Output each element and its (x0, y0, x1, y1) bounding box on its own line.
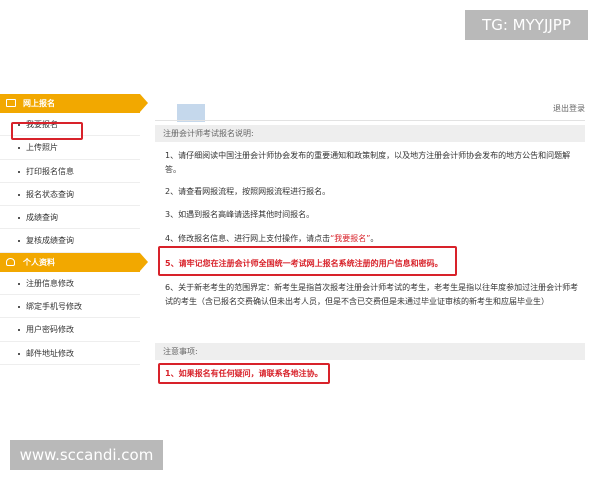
highlight-box-register (11, 122, 83, 140)
instruction-1: 1、请仔细阅读中国注册会计师协会发布的重要通知和政策制度，以及地方注册会计师协会… (165, 151, 571, 174)
section-header-online-registration: 网上报名 (0, 94, 148, 113)
sidebar-item-edit-phone[interactable]: 绑定手机号修改 (0, 295, 140, 319)
watermark-bottom: www.sccandi.com (10, 440, 163, 470)
instruction-4-end: 。 (370, 234, 379, 243)
intro-title-bar: 注册会计师考试报名说明: (155, 125, 585, 142)
instruction-6: 6、关于新老考生的范围界定：新考生是指首次报考注册会计师考试的考生，老考生是指以… (165, 283, 579, 306)
section-title: 个人资料 (23, 257, 55, 267)
sidebar-item-edit-email[interactable]: 邮件地址修改 (0, 341, 140, 365)
highlight-box-notice (158, 363, 330, 384)
section-title: 网上报名 (23, 99, 55, 108)
sidebar-item-edit-password[interactable]: 用户密码修改 (0, 318, 140, 342)
main-content: 退出登录 注册会计师考试报名说明: 1、请仔细阅读中国注册会计师协会发布的重要通… (155, 94, 585, 394)
instruction-2: 2、请查看网报流程，按照网报流程进行报名。 (165, 187, 331, 196)
instruction-4-text: 4、修改报名信息、进行网上支付操作，请点击 (165, 234, 331, 243)
sidebar-item-edit-registration[interactable]: 注册信息修改 (0, 271, 140, 296)
user-icon (6, 257, 15, 266)
sidebar-item-print-info[interactable]: 打印报名信息 (0, 159, 140, 183)
divider (155, 120, 585, 121)
section-header-personal-info: 个人资料 (0, 252, 148, 272)
instruction-3: 3、如遇到报名高峰请选择其他时间报名。 (165, 210, 315, 219)
logout-link[interactable]: 退出登录 (553, 103, 585, 114)
highlight-box-instruction-5 (158, 246, 457, 276)
register-link[interactable]: “我要报名” (330, 234, 370, 243)
sidebar-item-status-query[interactable]: 报名状态查询 (0, 182, 140, 207)
watermark-top: TG: MYYJJPP (465, 10, 588, 40)
notice-title-bar: 注意事项: (155, 343, 585, 360)
instruction-4: 4、修改报名信息、进行网上支付操作，请点击“我要报名”。 (165, 232, 580, 246)
monitor-icon (6, 99, 16, 107)
sidebar-item-score-query[interactable]: 成绩查询 (0, 206, 140, 230)
sidebar-item-review-score-query[interactable]: 复核成绩查询 (0, 229, 140, 253)
